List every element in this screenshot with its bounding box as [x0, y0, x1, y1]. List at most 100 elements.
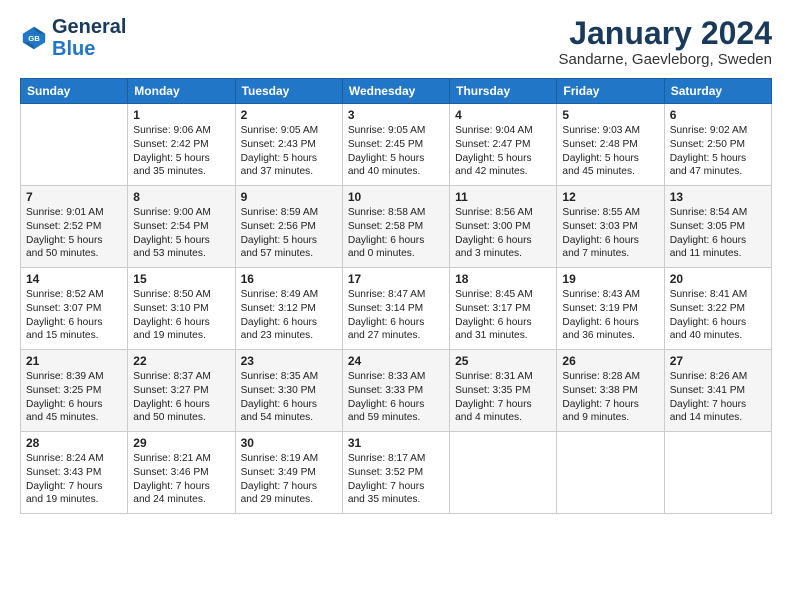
day-info: Sunrise: 8:58 AM Sunset: 2:58 PM Dayligh… — [348, 206, 444, 261]
day-info: Sunrise: 9:05 AM Sunset: 2:45 PM Dayligh… — [348, 124, 444, 179]
calendar-cell: 13 Sunrise: 8:54 AM Sunset: 3:05 PM Dayli… — [664, 186, 771, 268]
day-info: Sunrise: 8:24 AM Sunset: 3:43 PM Dayligh… — [26, 452, 122, 507]
day-header-saturday: Saturday — [664, 79, 771, 104]
svg-text:GB: GB — [28, 34, 40, 43]
day-number: 8 — [133, 190, 229, 204]
calendar-cell: 5Sunrise: 9:03 AM Sunset: 2:48 PM Daylig… — [557, 104, 664, 186]
logo-icon: GB — [20, 24, 48, 52]
day-number: 12 — [562, 190, 658, 204]
day-info: Sunrise: 8:54 AM Sunset: 3:05 PM Dayligh… — [670, 206, 766, 261]
week-row-3: 14Sunrise: 8:52 AM Sunset: 3:07 PM Dayli… — [21, 268, 772, 350]
day-info: Sunrise: 8:56 AM Sunset: 3:00 PM Dayligh… — [455, 206, 551, 261]
calendar-cell: 21Sunrise: 8:39 AM Sunset: 3:25 PM Dayli… — [21, 350, 128, 432]
day-number: 4 — [455, 108, 551, 122]
day-info: Sunrise: 8:28 AM Sunset: 3:38 PM Dayligh… — [562, 370, 658, 425]
day-header-friday: Friday — [557, 79, 664, 104]
calendar-cell: 3 Sunrise: 9:05 AM Sunset: 2:45 PM Daylig… — [342, 104, 449, 186]
day-number: 15 — [133, 272, 229, 286]
day-number: 28 — [26, 436, 122, 450]
day-info: Sunrise: 8:43 AM Sunset: 3:19 PM Dayligh… — [562, 288, 658, 343]
logo-text: General Blue — [52, 16, 126, 60]
calendar-cell: 12 Sunrise: 8:55 AM Sunset: 3:03 PM Dayli… — [557, 186, 664, 268]
day-info: Sunrise: 8:21 AM Sunset: 3:46 PM Dayligh… — [133, 452, 229, 507]
day-number: 9 — [241, 190, 337, 204]
week-row-1: 1Sunrise: 9:06 AM Sunset: 2:42 PM Daylig… — [21, 104, 772, 186]
calendar-cell: 19 Sunrise: 8:43 AM Sunset: 3:19 PM Dayli… — [557, 268, 664, 350]
calendar-cell — [557, 432, 664, 514]
calendar-cell: 29 Sunrise: 8:21 AM Sunset: 3:46 PM Dayli… — [128, 432, 235, 514]
day-number: 13 — [670, 190, 766, 204]
day-number: 23 — [241, 354, 337, 368]
day-info: Sunrise: 9:00 AM Sunset: 2:54 PM Dayligh… — [133, 206, 229, 261]
calendar-cell: 16 Sunrise: 8:49 AM Sunset: 3:12 PM Dayli… — [235, 268, 342, 350]
calendar-cell: 10 Sunrise: 8:58 AM Sunset: 2:58 PM Dayli… — [342, 186, 449, 268]
day-number: 31 — [348, 436, 444, 450]
calendar-cell: 28 Sunrise: 8:24 AM Sunset: 3:43 PM Dayli… — [21, 432, 128, 514]
header-row: SundayMondayTuesdayWednesdayThursdayFrid… — [21, 79, 772, 104]
calendar-cell: 2 Sunrise: 9:05 AM Sunset: 2:43 PM Daylig… — [235, 104, 342, 186]
day-info: Sunrise: 8:41 AM Sunset: 3:22 PM Dayligh… — [670, 288, 766, 343]
day-number: 19 — [562, 272, 658, 286]
day-info: Sunrise: 8:37 AM Sunset: 3:27 PM Dayligh… — [133, 370, 229, 425]
month-title: January 2024 — [559, 16, 772, 51]
calendar-cell: 30Sunrise: 8:19 AM Sunset: 3:49 PM Dayli… — [235, 432, 342, 514]
day-number: 14 — [26, 272, 122, 286]
day-number: 25 — [455, 354, 551, 368]
day-info: Sunrise: 8:35 AM Sunset: 3:30 PM Dayligh… — [241, 370, 337, 425]
day-number: 11 — [455, 190, 551, 204]
day-info: Sunrise: 8:17 AM Sunset: 3:52 PM Dayligh… — [348, 452, 444, 507]
calendar-cell: 31 Sunrise: 8:17 AM Sunset: 3:52 PM Dayli… — [342, 432, 449, 514]
calendar-cell: 27 Sunrise: 8:26 AM Sunset: 3:41 PM Dayli… — [664, 350, 771, 432]
week-row-2: 7Sunrise: 9:01 AM Sunset: 2:52 PM Daylig… — [21, 186, 772, 268]
day-header-wednesday: Wednesday — [342, 79, 449, 104]
day-header-tuesday: Tuesday — [235, 79, 342, 104]
day-info: Sunrise: 8:33 AM Sunset: 3:33 PM Dayligh… — [348, 370, 444, 425]
calendar-cell: 20 Sunrise: 8:41 AM Sunset: 3:22 PM Dayli… — [664, 268, 771, 350]
day-info: Sunrise: 8:31 AM Sunset: 3:35 PM Dayligh… — [455, 370, 551, 425]
day-info: Sunrise: 9:03 AM Sunset: 2:48 PM Dayligh… — [562, 124, 658, 179]
title-block: January 2024 Sandarne, Gaevleborg, Swede… — [559, 16, 772, 68]
calendar-cell: 7Sunrise: 9:01 AM Sunset: 2:52 PM Daylig… — [21, 186, 128, 268]
page: GB General Blue January 2024 Sandarne, G… — [0, 0, 792, 524]
day-header-sunday: Sunday — [21, 79, 128, 104]
calendar-cell — [21, 104, 128, 186]
calendar-cell: 9 Sunrise: 8:59 AM Sunset: 2:56 PM Daylig… — [235, 186, 342, 268]
day-info: Sunrise: 8:45 AM Sunset: 3:17 PM Dayligh… — [455, 288, 551, 343]
calendar-cell — [664, 432, 771, 514]
logo: GB General Blue — [20, 16, 126, 60]
calendar-cell: 17Sunrise: 8:47 AM Sunset: 3:14 PM Dayli… — [342, 268, 449, 350]
header: GB General Blue January 2024 Sandarne, G… — [20, 16, 772, 68]
day-number: 6 — [670, 108, 766, 122]
day-number: 29 — [133, 436, 229, 450]
calendar-cell: 4Sunrise: 9:04 AM Sunset: 2:47 PM Daylig… — [450, 104, 557, 186]
day-number: 3 — [348, 108, 444, 122]
day-info: Sunrise: 8:55 AM Sunset: 3:03 PM Dayligh… — [562, 206, 658, 261]
day-number: 16 — [241, 272, 337, 286]
day-info: Sunrise: 8:49 AM Sunset: 3:12 PM Dayligh… — [241, 288, 337, 343]
day-info: Sunrise: 8:19 AM Sunset: 3:49 PM Dayligh… — [241, 452, 337, 507]
calendar-cell: 24 Sunrise: 8:33 AM Sunset: 3:33 PM Dayli… — [342, 350, 449, 432]
day-info: Sunrise: 8:59 AM Sunset: 2:56 PM Dayligh… — [241, 206, 337, 261]
day-info: Sunrise: 8:50 AM Sunset: 3:10 PM Dayligh… — [133, 288, 229, 343]
day-number: 20 — [670, 272, 766, 286]
day-number: 2 — [241, 108, 337, 122]
day-info: Sunrise: 8:39 AM Sunset: 3:25 PM Dayligh… — [26, 370, 122, 425]
day-number: 18 — [455, 272, 551, 286]
calendar-cell — [450, 432, 557, 514]
day-number: 22 — [133, 354, 229, 368]
day-header-thursday: Thursday — [450, 79, 557, 104]
day-number: 17 — [348, 272, 444, 286]
day-number: 1 — [133, 108, 229, 122]
day-info: Sunrise: 9:05 AM Sunset: 2:43 PM Dayligh… — [241, 124, 337, 179]
calendar-cell: 22 Sunrise: 8:37 AM Sunset: 3:27 PM Dayli… — [128, 350, 235, 432]
calendar-cell: 1Sunrise: 9:06 AM Sunset: 2:42 PM Daylig… — [128, 104, 235, 186]
day-number: 7 — [26, 190, 122, 204]
calendar-cell: 26Sunrise: 8:28 AM Sunset: 3:38 PM Dayli… — [557, 350, 664, 432]
day-number: 27 — [670, 354, 766, 368]
calendar-table: SundayMondayTuesdayWednesdayThursdayFrid… — [20, 78, 772, 514]
day-header-monday: Monday — [128, 79, 235, 104]
day-number: 24 — [348, 354, 444, 368]
day-number: 10 — [348, 190, 444, 204]
day-info: Sunrise: 8:26 AM Sunset: 3:41 PM Dayligh… — [670, 370, 766, 425]
day-info: Sunrise: 9:02 AM Sunset: 2:50 PM Dayligh… — [670, 124, 766, 179]
